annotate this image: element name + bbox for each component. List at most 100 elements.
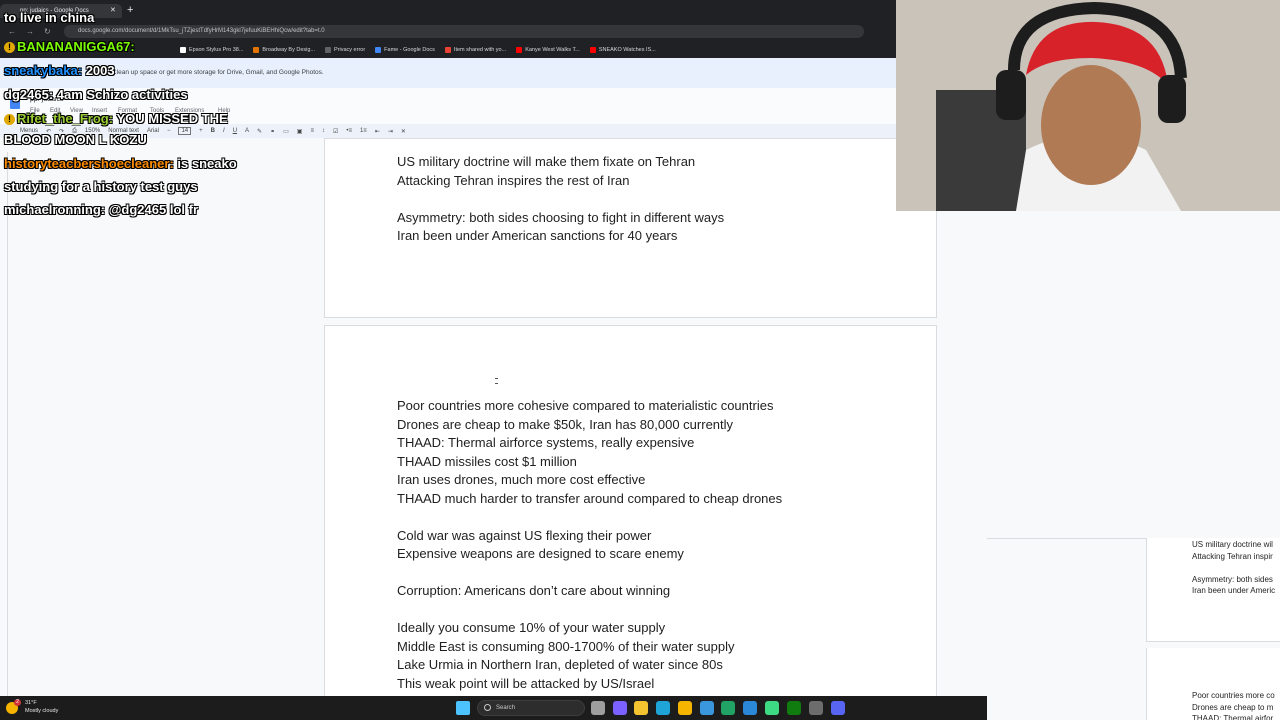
document-line[interactable]: Cold war was against US flexing their po… (397, 528, 651, 544)
chat-text: YOU MISSED THE (113, 111, 228, 126)
chat-username: Rifet_the_Frog (17, 111, 109, 126)
document-line[interactable]: THAAD: Thermal airforce systems, really … (397, 435, 694, 451)
bookmark-label: Item shared with yo... (453, 46, 507, 53)
bookmark-favicon-icon (444, 46, 451, 53)
secondary-document-line: Asymmetry: both sides (1192, 574, 1273, 584)
chat-username: dg2465 (4, 87, 49, 102)
document-page-2[interactable]: Poor countries more cohesive compared to… (324, 325, 937, 705)
checklist-icon[interactable]: ☑ (333, 128, 338, 135)
chat-message-cutoff: to live in china (4, 10, 94, 25)
bookmark-label: SNEAKO Watches IS... (598, 46, 656, 53)
secondary-docs-window: US military doctrine wil Attacking Tehran… (987, 538, 1280, 720)
chat-text: 2003 (82, 63, 115, 78)
chat-username: michaelronning (4, 202, 101, 217)
document-line[interactable]: THAAD much harder to transfer around com… (397, 491, 782, 507)
chat-text: @dg2465 lol fr (105, 202, 199, 217)
chat-text: 4am Schizo activities (53, 87, 188, 102)
store-icon[interactable] (700, 701, 714, 715)
chat-text: is sneako (173, 156, 237, 171)
document-line[interactable]: Middle East is consuming 800-1700% of th… (397, 639, 734, 655)
bookmark-item[interactable]: Fame - Google Docs (375, 46, 435, 53)
chat-message: ! Rifet_the_Frog: YOU MISSED THE (4, 111, 228, 127)
document-line[interactable]: Iran uses drones, much more cost effecti… (397, 472, 645, 488)
secondary-document-line: US military doctrine wil (1192, 540, 1273, 549)
chrome-icon[interactable] (678, 701, 692, 715)
taskbar: 2 31°F Mostly cloudy Search (0, 696, 987, 720)
secondary-document-line: Drones are cheap to m (1192, 702, 1274, 712)
xbox-icon[interactable] (787, 701, 801, 715)
secondary-page-2: Poor countries more co Drones are cheap t… (1146, 648, 1280, 720)
secondary-document-line: THAAD: Thermal airfor (1192, 714, 1274, 720)
indent-increase-icon[interactable]: ⇥ (388, 128, 393, 135)
document-line[interactable]: This weak point will be attacked by US/I… (397, 676, 654, 692)
numbered-list-icon[interactable]: 1≡ (360, 128, 367, 134)
app-icon[interactable] (765, 701, 779, 715)
text-cursor (495, 378, 497, 384)
bookmark-item[interactable]: Item shared with yo... (444, 46, 507, 53)
chat-message: michaelronning: @dg2465 lol fr (4, 202, 198, 218)
document-line[interactable]: Asymmetry: both sides choosing to fight … (397, 210, 724, 226)
chat-username: historyteacbershoecleaner (4, 156, 170, 171)
document-line[interactable]: Attacking Tehran inspires the rest of Ir… (397, 173, 629, 189)
indent-decrease-icon[interactable]: ⇤ (375, 128, 380, 135)
bookmark-item[interactable]: Privacy error (325, 46, 366, 53)
copilot-icon[interactable] (613, 701, 627, 715)
obs-icon[interactable] (809, 701, 823, 715)
document-page-1[interactable]: US military doctrine will make them fixa… (324, 138, 937, 318)
bookmark-label: Privacy error (334, 46, 366, 53)
secondary-document-line: Attacking Tehran inspir (1192, 551, 1273, 561)
document-line[interactable]: Iran been under American sanctions for 4… (397, 228, 677, 244)
search-placeholder: Search (496, 705, 516, 711)
clear-format-icon[interactable]: ✕ (401, 128, 406, 135)
document-line[interactable]: THAAD missiles cost $1 million (397, 454, 577, 470)
chat-message: sneakybaka: 2003 (4, 63, 115, 79)
document-line[interactable]: Drones are cheap to make $50k, Iran has … (397, 417, 733, 433)
bookmark-item[interactable]: Kanye West Walks T... (516, 46, 580, 53)
chat-text: BLOOD MOON L KOZU (4, 132, 147, 147)
chat-username: sneakybaka (4, 63, 78, 78)
taskbar-search[interactable]: Search (477, 700, 585, 716)
document-line[interactable]: US military doctrine will make them fixa… (397, 154, 695, 170)
bookmark-item[interactable]: SNEAKO Watches IS... (589, 46, 656, 53)
bookmark-label: Fame - Google Docs (384, 46, 435, 53)
chat-message: studying for a history test guys (4, 179, 198, 195)
streamer-silhouette (896, 0, 1280, 211)
chat-message: historyteacbershoecleaner: is sneako (4, 156, 237, 172)
task-view-icon[interactable] (591, 701, 605, 715)
document-line[interactable]: Corruption: Americans don’t care about w… (397, 583, 670, 599)
bookmark-favicon-icon (589, 46, 596, 53)
file-explorer-icon[interactable] (634, 701, 648, 715)
document-line[interactable]: Ideally you consume 10% of your water su… (397, 620, 665, 636)
start-icon[interactable] (456, 701, 470, 715)
bookmark-label: Kanye West Walks T... (525, 46, 580, 53)
chat-separator: : (130, 39, 135, 54)
excel-icon[interactable] (721, 701, 735, 715)
bookmark-favicon-icon (375, 46, 382, 53)
secondary-page-1: US military doctrine wil Attacking Tehran… (1146, 538, 1280, 642)
chat-message: dg2465: 4am Schizo activities (4, 87, 188, 103)
vertical-ruler (0, 152, 8, 696)
chat-message: ! BANANANIGGA67: (4, 39, 135, 55)
discord-icon[interactable] (831, 701, 845, 715)
secondary-document-line: Iran been under Americ (1192, 586, 1276, 595)
document-line[interactable]: Lake Urmia in Northern Iran, depleted of… (397, 657, 723, 673)
bullet-list-icon[interactable]: •≡ (346, 128, 352, 134)
vscode-icon[interactable] (743, 701, 757, 715)
chat-badge-icon: ! (4, 114, 15, 126)
secondary-document-line: Poor countries more co (1192, 691, 1275, 700)
edge-icon[interactable] (656, 701, 670, 715)
weather-temperature: 31°F (25, 700, 37, 706)
notification-badge: 2 (14, 699, 21, 706)
chat-cutoff-text: to live in china (4, 10, 95, 25)
chat-text: studying for a history test guys (4, 179, 198, 194)
weather-description: Mostly cloudy (25, 708, 59, 714)
document-line[interactable]: Poor countries more cohesive compared to… (397, 398, 773, 414)
chat-username: BANANANIGGA67 (17, 39, 131, 54)
search-icon (484, 704, 491, 711)
webcam-feed (896, 0, 1280, 211)
bookmark-favicon-icon (516, 46, 523, 53)
chat-overlay: to live in china ! BANANANIGGA67: sneakyba… (0, 0, 330, 230)
document-line[interactable]: Expensive weapons are designed to scare … (397, 546, 684, 562)
weather-widget[interactable]: 31°F Mostly cloudy (25, 699, 58, 715)
chat-message: BLOOD MOON L KOZU (4, 132, 147, 148)
